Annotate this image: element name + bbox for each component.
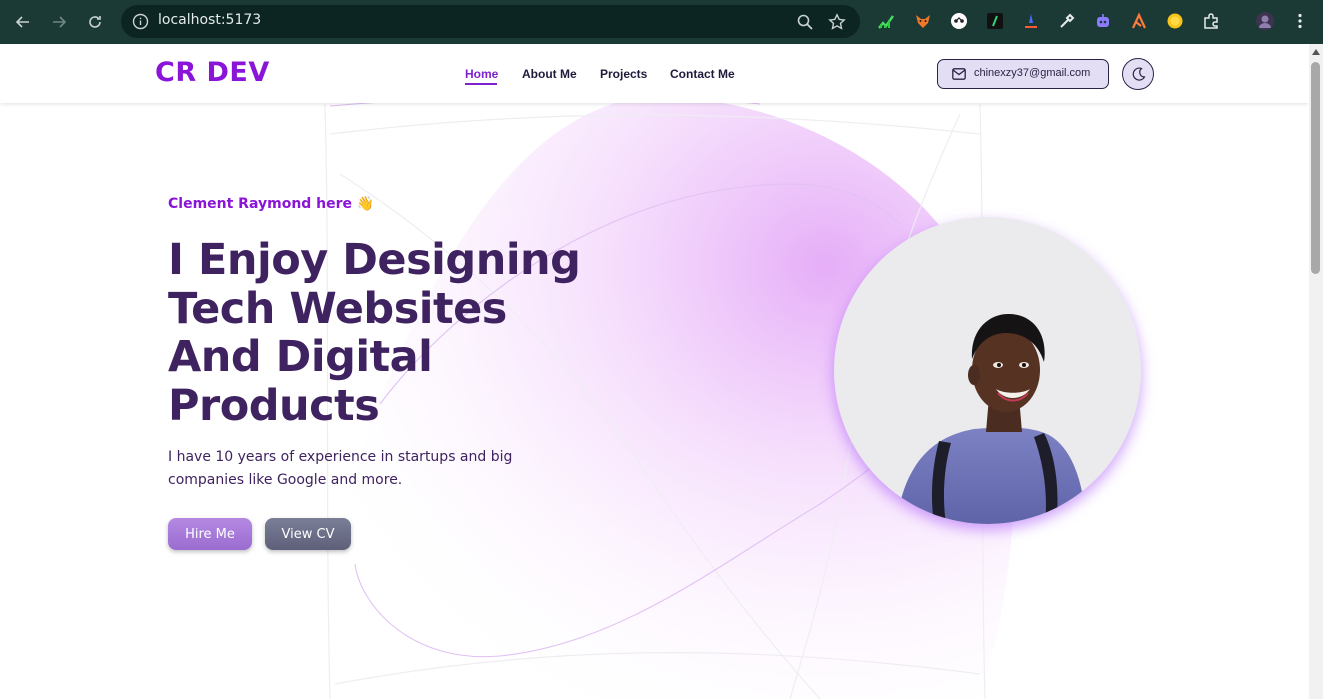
- hero-greeting: Clement Raymond here 👋: [168, 196, 375, 212]
- nav-active-underline: [465, 83, 497, 85]
- address-bar[interactable]: localhost:5173: [121, 5, 860, 38]
- extensions-icon[interactable]: [1201, 11, 1221, 31]
- browser-toolbar: localhost:5173: [0, 0, 1323, 44]
- hero-description: I have 10 years of experience in startup…: [168, 449, 513, 488]
- mail-icon: [952, 68, 966, 80]
- email-button[interactable]: chinexzy37@gmail.com: [937, 59, 1109, 89]
- chart-extension-icon[interactable]: [876, 11, 896, 31]
- reload-icon[interactable]: [84, 11, 106, 33]
- scrollbar-thumb[interactable]: [1311, 62, 1320, 274]
- profile-avatar-icon[interactable]: [1255, 11, 1275, 31]
- nav-projects[interactable]: Projects: [600, 67, 647, 81]
- theme-toggle-button[interactable]: [1122, 58, 1154, 90]
- email-text: chinexzy37@gmail.com: [974, 67, 1091, 79]
- lambda-extension-icon[interactable]: [1129, 11, 1149, 31]
- scroll-up-arrow-icon[interactable]: [1311, 48, 1321, 56]
- site-logo[interactable]: CR DEV: [155, 57, 270, 88]
- hire-me-button[interactable]: Hire Me: [168, 518, 252, 550]
- site-info-icon[interactable]: [132, 13, 149, 30]
- profile-photo: [834, 217, 1141, 524]
- wizard-extension-icon[interactable]: [1021, 11, 1041, 31]
- nav-contact-me[interactable]: Contact Me: [670, 67, 735, 81]
- fox-wallet-extension-icon[interactable]: [913, 11, 933, 31]
- coin-extension-icon[interactable]: [1165, 11, 1185, 31]
- dots-extension-icon[interactable]: [949, 11, 969, 31]
- site-header: CR DEV Home About Me Projects Contact Me…: [0, 44, 1309, 103]
- zoom-icon[interactable]: [796, 13, 814, 31]
- back-icon[interactable]: [12, 11, 34, 33]
- url-text[interactable]: localhost:5173: [158, 12, 261, 28]
- page-viewport: CR DEV Home About Me Projects Contact Me…: [0, 44, 1309, 699]
- view-cv-button[interactable]: View CV: [265, 518, 351, 550]
- hero-headline: I Enjoy Designing Tech Websites And Digi…: [168, 235, 581, 431]
- robot-extension-icon[interactable]: [1093, 11, 1113, 31]
- nav-home[interactable]: Home: [465, 67, 498, 81]
- moon-icon: [1132, 66, 1146, 81]
- forward-icon[interactable]: [48, 11, 70, 33]
- person-portrait-illustration: [896, 313, 1086, 524]
- menu-dots-icon[interactable]: [1290, 11, 1310, 31]
- nav-about-me[interactable]: About Me: [522, 67, 577, 81]
- bookmark-star-icon[interactable]: [828, 13, 846, 31]
- terminal-extension-icon[interactable]: [985, 11, 1005, 31]
- eyedropper-extension-icon[interactable]: [1057, 11, 1077, 31]
